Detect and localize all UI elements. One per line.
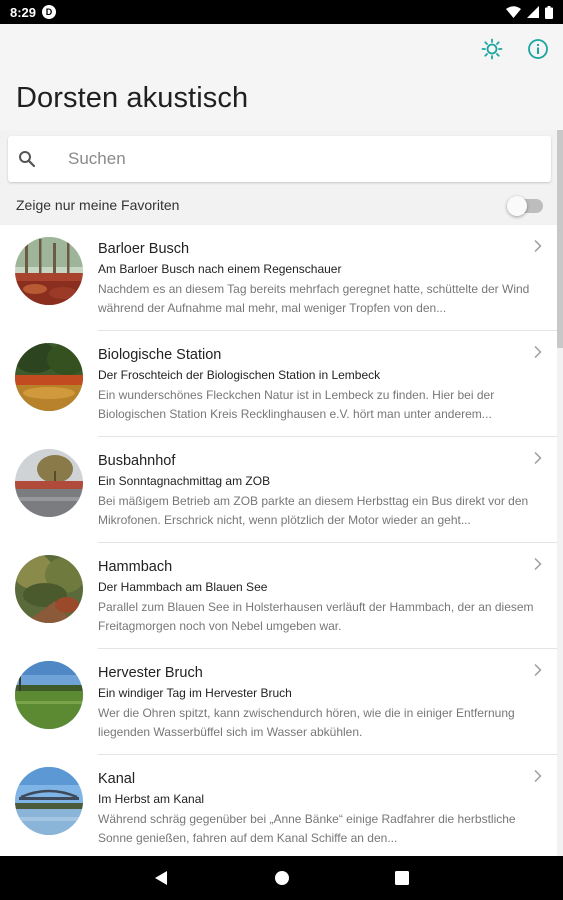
item-description: Ein wunderschönes Fleckchen Natur ist in…: [98, 388, 495, 421]
item-subtitle: Am Barloer Busch nach einem Regenschauer: [98, 262, 342, 276]
back-icon: [155, 871, 167, 885]
status-bar: 8:29 D: [0, 0, 563, 24]
wifi-icon: [506, 6, 521, 18]
battery-icon: [545, 5, 553, 19]
item-title: Hervester Bruch: [98, 665, 203, 681]
chevron-right-icon: [534, 663, 542, 677]
page-title: Dorsten akustisch: [16, 82, 249, 114]
item-subtitle: Ein windiger Tag im Hervester Bruch: [98, 686, 292, 700]
item-subtitle: Der Hammbach am Blauen See: [98, 580, 268, 594]
navigation-bar: [0, 856, 563, 900]
info-button[interactable]: [525, 36, 551, 62]
signal-icon: [527, 6, 539, 18]
item-title: Biologische Station: [98, 347, 222, 363]
list-item[interactable]: Biologische Station Der Froschteich der …: [0, 331, 557, 437]
favorites-label: Zeige nur meine Favoriten: [16, 197, 180, 213]
item-description: Parallel zum Blauen See in Holsterhausen…: [98, 600, 534, 633]
list-item[interactable]: Hammbach Der Hammbach am Blauen See Para…: [0, 543, 557, 649]
avatar: [15, 661, 83, 729]
chevron-right-icon: [534, 451, 542, 465]
chevron-right-icon: [534, 769, 542, 783]
location-list: Barloer Busch Am Barloer Busch nach eine…: [0, 225, 557, 861]
brightness-icon: [481, 38, 503, 60]
item-description: Wer die Ohren spitzt, kann zwischendurch…: [98, 706, 515, 739]
favorites-toggle[interactable]: [507, 196, 543, 216]
item-subtitle: Der Froschteich der Biologischen Station…: [98, 368, 381, 382]
scrollbar-thumb[interactable]: [557, 130, 563, 348]
content-area: Zeige nur meine Favoriten Barloer B: [0, 130, 563, 861]
list-item[interactable]: Hervester Bruch Ein windiger Tag im Herv…: [0, 649, 557, 755]
item-description: Nachdem es an diesem Tag bereits mehrfac…: [98, 282, 530, 315]
home-icon: [275, 871, 289, 885]
chevron-right-icon: [534, 239, 542, 253]
item-title: Kanal: [98, 771, 136, 787]
list-item[interactable]: Kanal Im Herbst am Kanal Während schräg …: [0, 755, 557, 861]
item-title: Busbahnhof: [98, 453, 176, 469]
status-time: 8:29: [10, 4, 37, 20]
avatar: [15, 449, 83, 517]
info-icon: [528, 39, 548, 59]
toggle-thumb: [507, 196, 527, 216]
notification-icon: D: [42, 5, 57, 19]
item-subtitle: Im Herbst am Kanal: [98, 792, 205, 806]
chevron-right-icon: [534, 557, 542, 571]
recents-icon: [395, 871, 409, 885]
search-icon: [19, 151, 36, 168]
avatar: [15, 237, 83, 305]
list-item[interactable]: Busbahnhof Ein Sonntagnachmittag am ZOB …: [0, 437, 557, 543]
item-description: Während schräg gegenüber bei „Anne Bänke…: [98, 812, 516, 845]
avatar: [15, 343, 83, 411]
item-description: Bei mäßigem Betrieb am ZOB parkte an die…: [98, 494, 529, 527]
back-button[interactable]: [149, 866, 173, 890]
item-subtitle: Ein Sonntagnachmittag am ZOB: [98, 474, 271, 488]
avatar: [15, 767, 83, 835]
brightness-button[interactable]: [479, 36, 505, 62]
favorites-filter-row: Zeige nur meine Favoriten: [0, 186, 563, 224]
home-button[interactable]: [270, 866, 294, 890]
search-input[interactable]: [68, 149, 488, 169]
recents-button[interactable]: [390, 866, 414, 890]
list-item[interactable]: Barloer Busch Am Barloer Busch nach eine…: [0, 225, 557, 331]
app-bar: Dorsten akustisch: [0, 24, 563, 130]
item-title: Hammbach: [98, 559, 173, 575]
avatar: [15, 555, 83, 623]
search-bar[interactable]: [8, 136, 551, 182]
chevron-right-icon: [534, 345, 542, 359]
item-title: Barloer Busch: [98, 241, 190, 257]
